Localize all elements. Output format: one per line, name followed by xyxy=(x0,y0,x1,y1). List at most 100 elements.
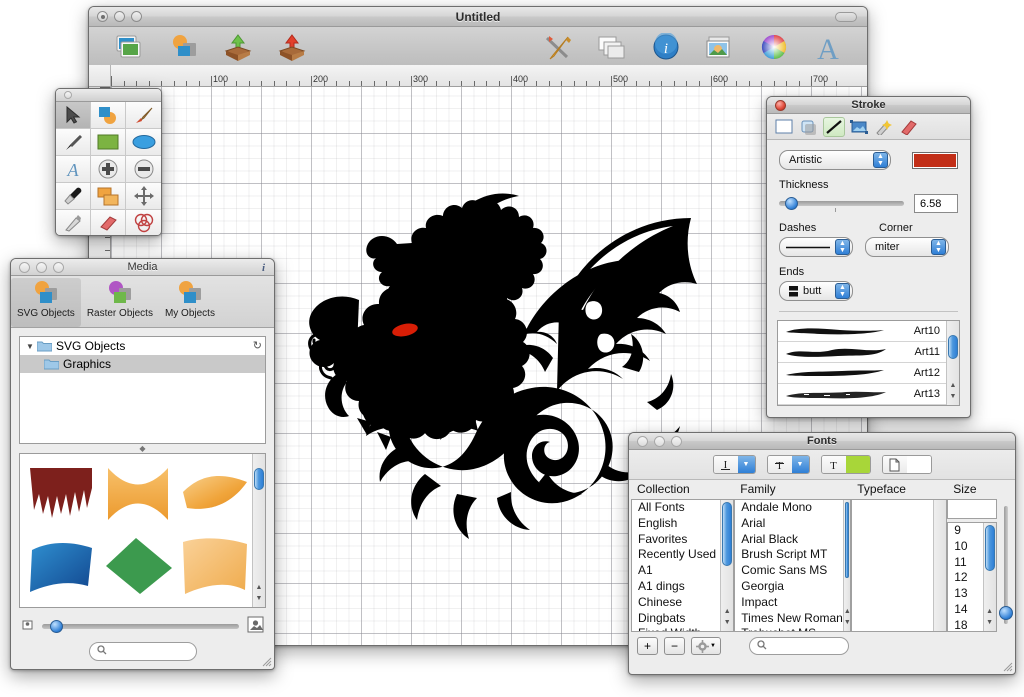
media-tab-raster-objects[interactable]: Raster Objects xyxy=(81,278,159,327)
thumbnail-dark-red-fringe-shape[interactable] xyxy=(26,460,98,528)
scroll-up-arrow[interactable]: ▲ xyxy=(253,584,265,595)
minimize-button[interactable] xyxy=(36,261,47,273)
ends-popup[interactable]: butt ▲ ▼ xyxy=(779,281,853,301)
ellipse-tool[interactable] xyxy=(126,129,161,156)
list-item[interactable]: 9 xyxy=(948,523,982,539)
shape-arrange-tool[interactable] xyxy=(91,102,126,129)
list-item[interactable]: 12 xyxy=(948,570,982,586)
knife-tool[interactable] xyxy=(56,210,91,235)
close-button[interactable] xyxy=(64,91,72,99)
thumbnail-size-slider[interactable] xyxy=(42,619,239,633)
add-node-tool[interactable] xyxy=(91,156,126,183)
media-thumbnail-browser[interactable]: ▲ ▼ xyxy=(19,453,266,608)
resize-grip[interactable] xyxy=(260,655,272,667)
collection-scrollbar[interactable]: ▲ ▼ xyxy=(720,500,734,631)
fonts-titlebar[interactable]: Fonts xyxy=(629,433,1015,450)
image-icon[interactable] xyxy=(848,117,870,137)
close-button[interactable] xyxy=(775,99,786,111)
eyedropper-tool[interactable] xyxy=(56,183,91,210)
scroll-down-arrow[interactable]: ▼ xyxy=(947,393,959,404)
horizontal-ruler[interactable]: 100 200 300 400 500 600 700 xyxy=(89,65,867,87)
close-button[interactable] xyxy=(19,261,30,273)
list-item[interactable]: Georgia xyxy=(735,579,843,595)
scroll-down-arrow[interactable]: ▼ xyxy=(253,595,265,606)
tool-palette-window-controls[interactable] xyxy=(64,91,72,99)
list-item[interactable]: Arial Black xyxy=(735,532,843,548)
eraser-icon[interactable] xyxy=(898,117,920,137)
thumbnail-orange-ribbon-shape[interactable] xyxy=(179,460,251,528)
document-color-swatch[interactable] xyxy=(906,456,931,473)
list-item[interactable]: English xyxy=(632,516,720,532)
brush-row[interactable]: Art13 xyxy=(778,384,946,405)
family-list[interactable]: Andale Mono Arial Arial Black Brush Script … xyxy=(734,499,852,632)
list-item[interactable]: Brush Script MT xyxy=(735,547,843,563)
size-slider-knob[interactable] xyxy=(998,606,1013,620)
collection-list[interactable]: All Fonts English Favorites Recently Used A1… xyxy=(631,499,735,632)
scrollbar-thumb[interactable] xyxy=(948,335,958,359)
size-scrollbar[interactable]: ▲ ▼ xyxy=(982,523,996,631)
brush-list-scrollbar[interactable]: ▲ ▼ xyxy=(946,321,959,405)
slider-knob[interactable] xyxy=(785,197,799,210)
info-icon[interactable]: i xyxy=(262,262,265,274)
media-tab-my-objects[interactable]: My Objects xyxy=(159,278,221,327)
close-button[interactable] xyxy=(637,435,648,447)
brush-list[interactable]: Art10 Art11 Art12 Art13 ▲ ▼ xyxy=(777,320,960,406)
remove-collection-button[interactable]: − xyxy=(664,637,685,655)
list-item[interactable]: All Fonts xyxy=(632,500,720,516)
document-color-button[interactable] xyxy=(881,455,932,474)
scrollbar-thumb[interactable] xyxy=(844,502,850,578)
thumbnail-scrollbar[interactable]: ▲ ▼ xyxy=(252,454,265,607)
tree-row-graphics[interactable]: Graphics xyxy=(20,355,265,373)
list-item[interactable]: Dingbats xyxy=(632,611,720,627)
stroke-color-swatch[interactable] xyxy=(912,151,958,169)
window-controls[interactable] xyxy=(97,11,142,22)
thickness-value-field[interactable]: 6.58 xyxy=(914,194,958,213)
media-search-input[interactable] xyxy=(88,642,197,661)
media-tree[interactable]: ↻ ▼ SVG Objects Graphics xyxy=(19,336,266,444)
boolean-combine-tool[interactable] xyxy=(126,210,161,235)
stroke-style-popup[interactable]: Artistic ▲ ▼ xyxy=(779,150,891,170)
media-window-controls[interactable] xyxy=(19,261,64,273)
size-input[interactable] xyxy=(947,499,997,519)
refresh-icon[interactable]: ↻ xyxy=(253,339,262,352)
family-scrollbar[interactable]: ▲ ▼ xyxy=(842,500,851,631)
slider-knob[interactable] xyxy=(49,619,63,633)
list-item[interactable]: Recently Used xyxy=(632,547,720,563)
shadow-icon[interactable] xyxy=(798,117,820,137)
scrollbar-thumb[interactable] xyxy=(722,502,733,566)
brush-row[interactable]: Art12 xyxy=(778,363,946,384)
list-item[interactable]: 14 xyxy=(948,602,982,618)
toolbar-toggle-pill[interactable] xyxy=(835,12,857,22)
typeface-list[interactable] xyxy=(851,499,948,632)
list-item[interactable]: Trebuchet MS xyxy=(735,626,843,631)
scroll-up-arrow[interactable]: ▲ xyxy=(721,608,733,619)
fonts-window-controls[interactable] xyxy=(637,435,682,447)
action-gear-button[interactable]: ▼ xyxy=(691,637,721,655)
media-titlebar[interactable]: Media i xyxy=(11,259,274,276)
remove-node-tool[interactable] xyxy=(126,156,161,183)
selection-arrow-tool[interactable] xyxy=(56,102,91,129)
list-item[interactable]: Comic Sans MS xyxy=(735,563,843,579)
scrollbar-thumb[interactable] xyxy=(984,525,995,571)
scrollbar-thumb[interactable] xyxy=(254,468,264,490)
thumbnail-orange-wavy-flag[interactable] xyxy=(179,532,251,600)
ruler-corner[interactable] xyxy=(89,65,111,87)
chevron-down-icon[interactable]: ▼ xyxy=(26,342,37,351)
tree-row-svg-objects[interactable]: ▼ SVG Objects xyxy=(20,337,265,355)
list-item[interactable]: Favorites xyxy=(632,532,720,548)
list-item[interactable]: 11 xyxy=(948,555,982,571)
scroll-down-arrow[interactable]: ▼ xyxy=(984,619,996,630)
list-item[interactable]: Times New Roman xyxy=(735,611,843,627)
scroll-down-arrow[interactable]: ▼ xyxy=(844,619,850,630)
scroll-up-arrow[interactable]: ▲ xyxy=(947,382,959,393)
thickness-slider[interactable] xyxy=(779,197,904,212)
brush-row[interactable]: Art14 xyxy=(778,405,946,406)
list-item[interactable]: 18 xyxy=(948,618,982,631)
text-color-swatch[interactable] xyxy=(845,456,870,473)
list-item[interactable]: A1 xyxy=(632,563,720,579)
chevron-down-icon[interactable]: ▼ xyxy=(737,456,755,473)
underline-menu-button[interactable]: I ▼ xyxy=(712,455,756,474)
list-item[interactable]: 10 xyxy=(948,539,982,555)
eraser-tool[interactable] xyxy=(91,210,126,235)
main-window-titlebar[interactable]: Untitled xyxy=(89,7,867,27)
